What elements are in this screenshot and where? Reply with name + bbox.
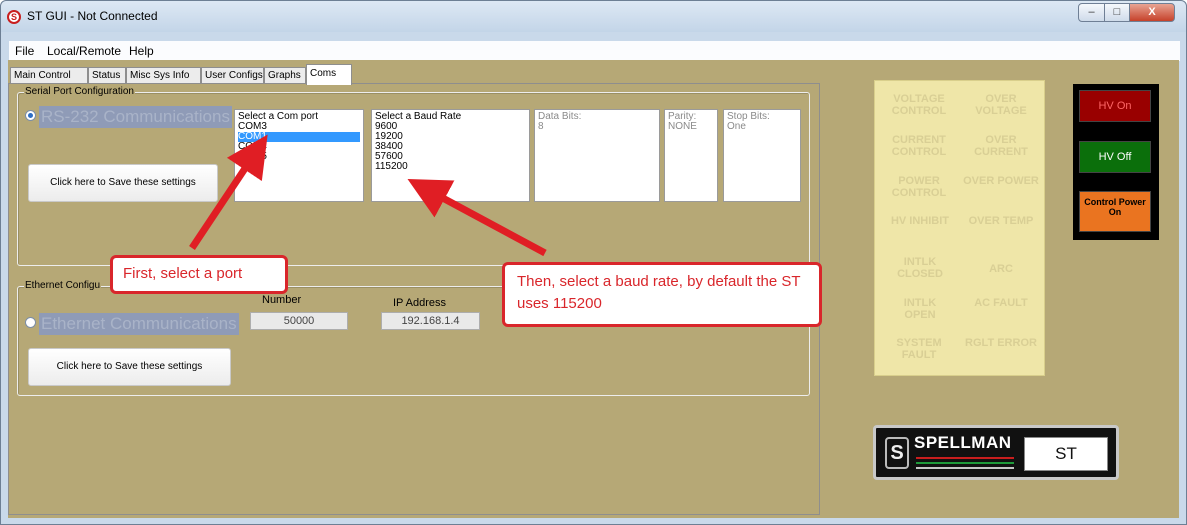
arrow-to-com-port	[189, 134, 268, 250]
callout-select-baud: Then, select a baud rate, by default the…	[502, 262, 822, 327]
tab-coms[interactable]: Coms	[306, 64, 352, 85]
arrow-to-baud-rate	[407, 179, 547, 257]
callout-select-port: First, select a port	[110, 255, 288, 294]
